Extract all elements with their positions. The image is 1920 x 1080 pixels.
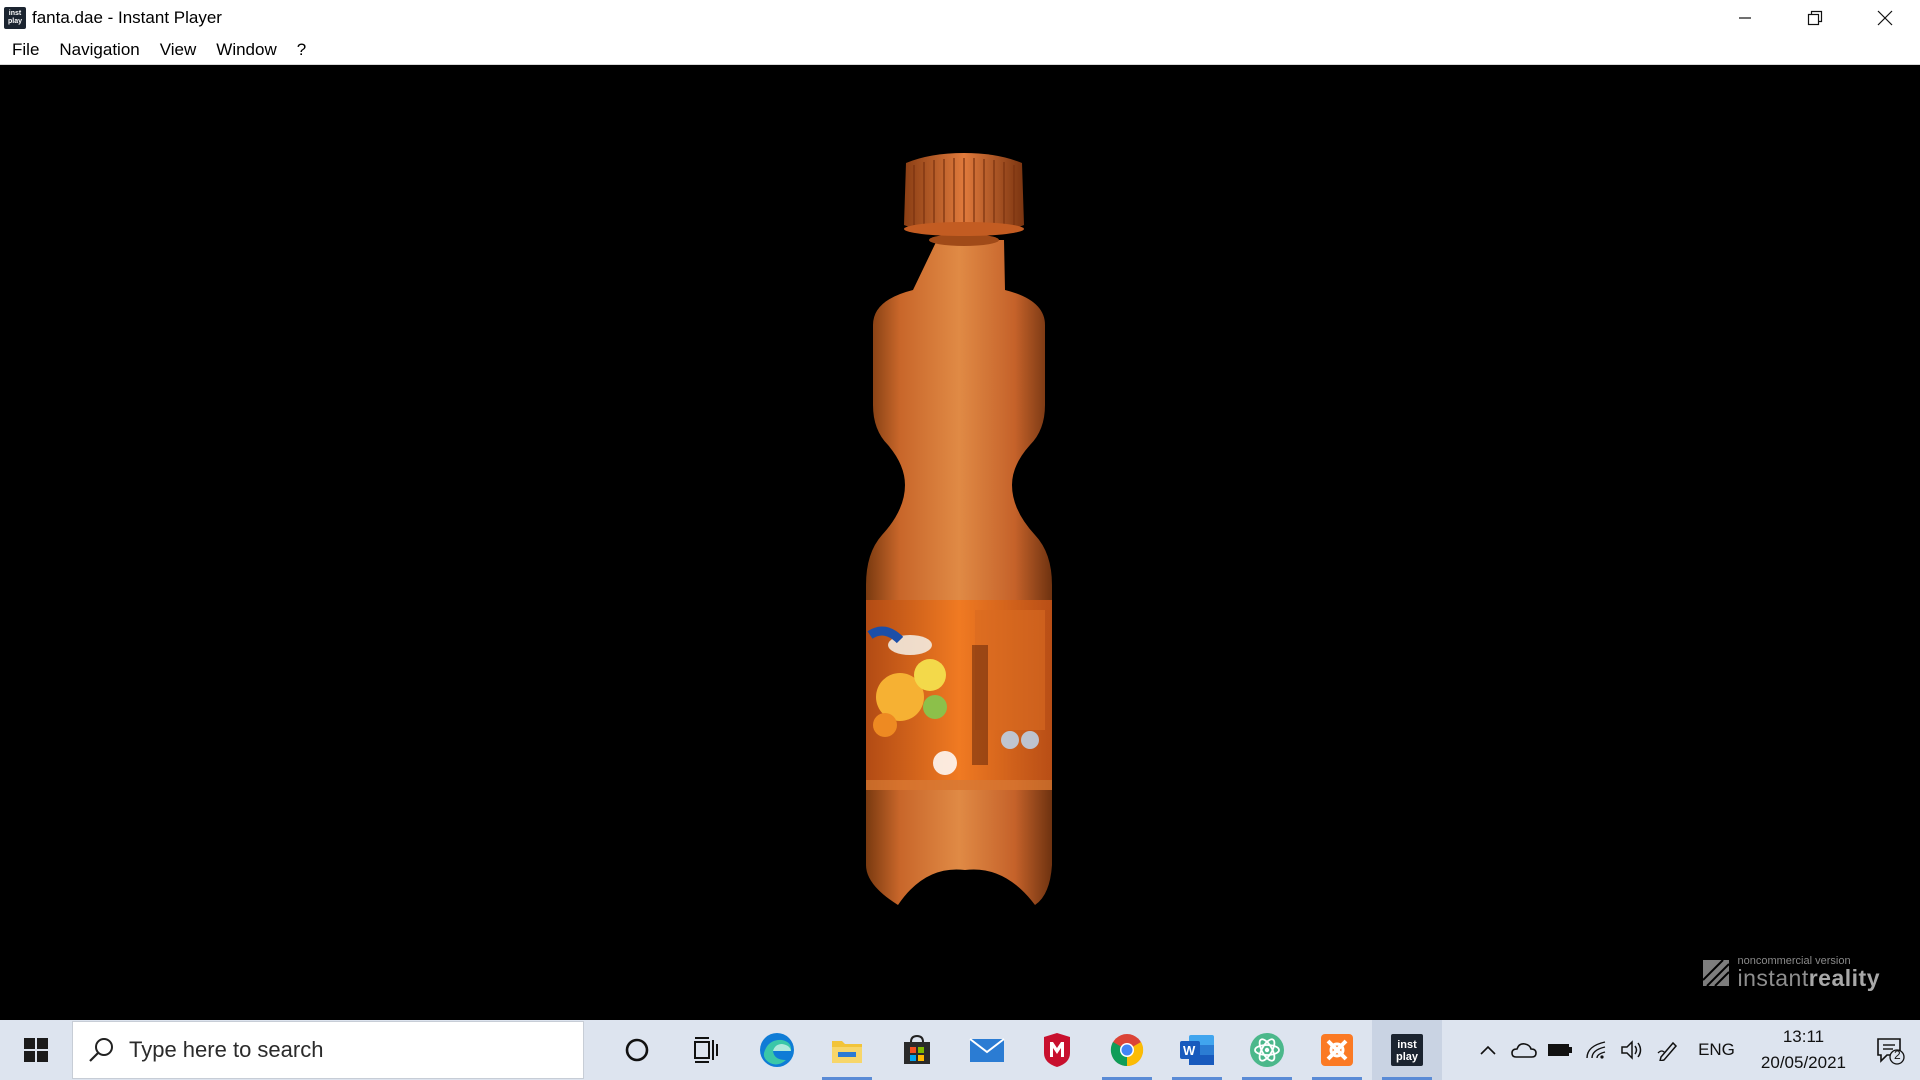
watermark-brand: instantreality xyxy=(1737,967,1880,990)
instantreality-watermark: noncommercial version instantreality xyxy=(1703,956,1880,990)
xampp-icon xyxy=(1321,1034,1353,1066)
svg-text:play: play xyxy=(1396,1051,1419,1063)
mail-icon xyxy=(969,1038,1005,1062)
taskbar: Type here to search W inst play ENG 13:1… xyxy=(0,1020,1920,1080)
label-volume-text xyxy=(972,645,988,765)
file-explorer-button[interactable] xyxy=(812,1020,882,1080)
cap-rim xyxy=(904,222,1024,236)
search-placeholder: Type here to search xyxy=(129,1037,324,1062)
system-tray: ENG 13:11 20/05/2021 2 xyxy=(1470,1020,1920,1080)
pen-workspace-button[interactable] xyxy=(1650,1020,1686,1080)
menu-view[interactable]: View xyxy=(150,40,207,60)
chrome-icon xyxy=(1110,1034,1144,1067)
svg-text:inst: inst xyxy=(1397,1039,1417,1051)
input-language-indicator[interactable]: ENG xyxy=(1686,1040,1747,1060)
file-explorer-icon xyxy=(832,1041,862,1063)
bottle-label-fade xyxy=(866,780,1052,790)
app-icon-text-1: inst xyxy=(8,10,22,17)
menu-bar: File Navigation View Window ? xyxy=(0,36,1920,65)
restore-button[interactable] xyxy=(1780,0,1850,36)
word-icon: W xyxy=(1180,1035,1214,1065)
clock[interactable]: 13:11 20/05/2021 xyxy=(1747,1024,1860,1076)
menu-navigation[interactable]: Navigation xyxy=(49,40,149,60)
label-fruit-slice xyxy=(873,713,897,737)
app-icon-text-2: play xyxy=(7,18,22,25)
label-badge-3 xyxy=(1021,731,1039,749)
bottle-body xyxy=(866,240,1052,905)
taskbar-search-box[interactable]: Type here to search xyxy=(72,1021,584,1079)
battery-button[interactable] xyxy=(1542,1020,1578,1080)
fanta-bottle-model xyxy=(866,153,1052,905)
show-hidden-icons-button[interactable] xyxy=(1470,1020,1506,1080)
store-button[interactable] xyxy=(882,1020,952,1080)
menu-window[interactable]: Window xyxy=(206,40,286,60)
instant-player-icon[interactable]: inst play xyxy=(4,7,26,29)
cortana-button[interactable] xyxy=(602,1020,672,1080)
store-icon xyxy=(904,1034,930,1064)
search-icon xyxy=(89,1038,113,1062)
restore-icon xyxy=(1807,10,1823,26)
close-icon xyxy=(1877,10,1893,26)
atom-button[interactable] xyxy=(1232,1020,1302,1080)
start-button[interactable] xyxy=(0,1020,72,1080)
watermark-brand-a: instant xyxy=(1737,965,1809,991)
action-center-button[interactable]: 2 xyxy=(1860,1020,1920,1080)
battery-icon xyxy=(1548,1044,1573,1056)
watermark-brand-b: reality xyxy=(1808,965,1880,991)
speaker-icon xyxy=(1621,1040,1642,1060)
network-button[interactable] xyxy=(1578,1020,1614,1080)
label-badge-2 xyxy=(1001,731,1019,749)
onedrive-button[interactable] xyxy=(1506,1020,1542,1080)
notification-count-badge: 2 xyxy=(1894,1048,1901,1062)
mcafee-icon xyxy=(1044,1033,1070,1067)
mcafee-button[interactable] xyxy=(1022,1020,1092,1080)
3d-viewport[interactable]: noncommercial version instantreality xyxy=(0,65,1920,1020)
minimize-button[interactable] xyxy=(1710,0,1780,36)
instantreality-logo-icon xyxy=(1703,960,1730,986)
title-bar: inst play fanta.dae - Instant Player xyxy=(0,0,1920,36)
menu-help[interactable]: ? xyxy=(287,40,316,60)
label-fruit-lemon xyxy=(914,659,946,691)
clock-time: 13:11 xyxy=(1782,1027,1825,1046)
close-button[interactable] xyxy=(1850,0,1920,36)
onedrive-cloud-icon xyxy=(1511,1043,1537,1058)
instant-player-button[interactable]: inst play xyxy=(1372,1020,1442,1080)
edge-icon xyxy=(760,1033,794,1067)
menu-file[interactable]: File xyxy=(0,40,49,60)
cortana-icon xyxy=(625,1038,649,1062)
clock-date: 20/05/2021 xyxy=(1760,1053,1846,1072)
instant-player-icon: inst play xyxy=(1391,1034,1423,1066)
task-view-icon xyxy=(694,1037,718,1063)
chrome-button[interactable] xyxy=(1092,1020,1162,1080)
word-button[interactable]: W xyxy=(1162,1020,1232,1080)
volume-button[interactable] xyxy=(1614,1020,1650,1080)
xampp-button[interactable] xyxy=(1302,1020,1372,1080)
svg-text:W: W xyxy=(1183,1043,1196,1058)
window-title: fanta.dae - Instant Player xyxy=(32,8,222,27)
chevron-up-icon xyxy=(1480,1045,1496,1055)
task-view-button[interactable] xyxy=(672,1020,742,1080)
wifi-icon xyxy=(1586,1041,1606,1059)
minimize-icon xyxy=(1739,17,1751,19)
label-badge-1 xyxy=(933,751,957,775)
mail-button[interactable] xyxy=(952,1020,1022,1080)
label-fruit-lime xyxy=(923,695,947,719)
windows-logo-icon xyxy=(24,1038,48,1062)
pen-icon xyxy=(1657,1041,1678,1061)
window-controls xyxy=(1710,0,1920,36)
atom-icon xyxy=(1250,1033,1284,1067)
edge-button[interactable] xyxy=(742,1020,812,1080)
